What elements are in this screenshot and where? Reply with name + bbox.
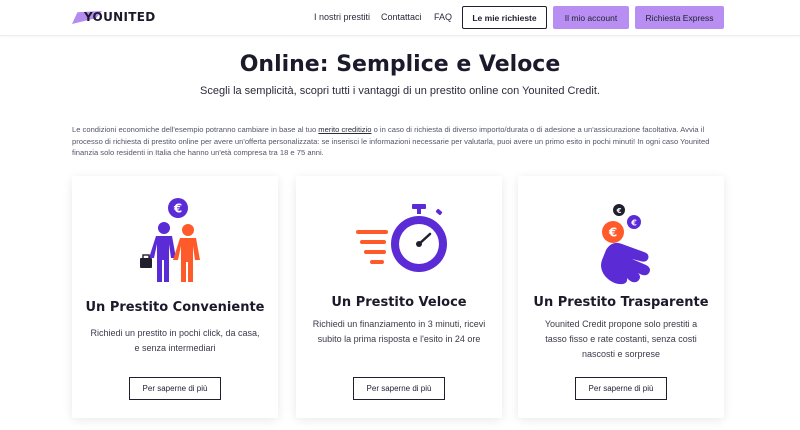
my-requests-button[interactable]: Le mie richieste <box>462 6 547 29</box>
nav-link-contact[interactable]: Contattaci <box>381 12 422 22</box>
feature-card-convenient: € Un Prestito Conveniente Richiedi un pr… <box>72 176 278 418</box>
disclaimer-text: Le condizioni economiche dell'esempio po… <box>72 124 722 159</box>
stopwatch-icon <box>296 190 502 286</box>
logo-wordmark: YOUNITED <box>84 10 156 24</box>
nav-link-our-loans[interactable]: I nostri prestiti <box>314 12 370 22</box>
my-account-button[interactable]: Il mio account <box>553 6 629 29</box>
express-request-button[interactable]: Richiesta Express <box>635 6 724 29</box>
card-title: Un Prestito Trasparente <box>533 295 709 310</box>
svg-text:€: € <box>173 202 182 216</box>
feature-card-fast: Un Prestito Veloce Richiedi un finanziam… <box>296 176 502 418</box>
learn-more-button[interactable]: Per saperne di più <box>129 377 221 400</box>
page-title: Online: Semplice e Veloce <box>239 52 561 77</box>
disclaimer-part-1: Le condizioni economiche dell'esempio po… <box>72 125 319 134</box>
nav-link-faq[interactable]: FAQ <box>434 12 452 22</box>
svg-text:€: € <box>616 207 622 215</box>
hand-coins-icon: € € € <box>518 190 724 286</box>
card-title: Un Prestito Veloce <box>331 295 467 310</box>
svg-text:€: € <box>608 226 617 240</box>
svg-text:€: € <box>630 219 637 228</box>
site-header: YOUNITED I nostri prestiti Contattaci FA… <box>0 0 800 36</box>
feature-card-transparent: € € € Un Prestito Trasparente Younited C… <box>518 176 724 418</box>
credit-merit-link[interactable]: merito creditizio <box>318 125 371 134</box>
page-subtitle: Scegli la semplicità, scopri tutti i van… <box>200 85 600 97</box>
card-description: Richiedi un prestito in pochi click, da … <box>90 328 260 353</box>
card-description: Younited Credit propone solo prestiti a … <box>544 319 698 359</box>
learn-more-button[interactable]: Per saperne di più <box>353 377 445 400</box>
people-euro-icon: € <box>72 190 278 286</box>
card-title: Un Prestito Conveniente <box>85 300 265 315</box>
card-description: Richiedi un finanziamento in 3 minuti, r… <box>312 319 486 344</box>
younited-logo[interactable]: YOUNITED <box>72 9 155 27</box>
learn-more-button[interactable]: Per saperne di più <box>575 377 667 400</box>
